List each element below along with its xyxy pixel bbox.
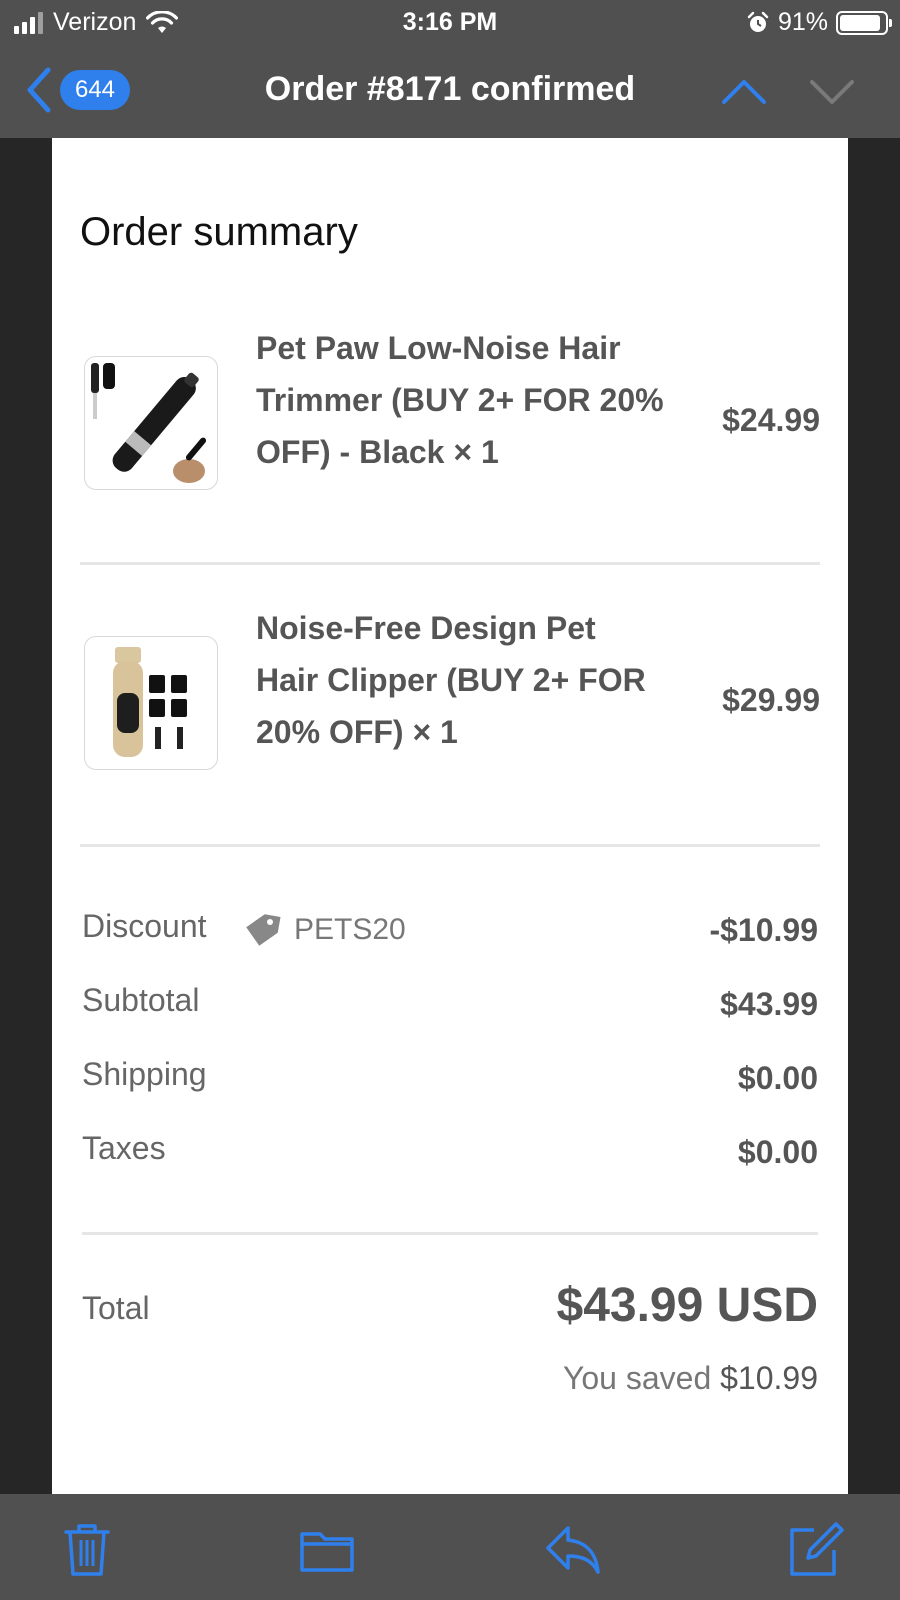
discount-code-text: PETS20 xyxy=(294,913,406,946)
unread-count-badge: 644 xyxy=(60,70,130,110)
trimmer-image xyxy=(84,356,218,490)
shipping-label: Shipping xyxy=(82,1056,207,1092)
nav-bar: 644 Order #8171 confirmed xyxy=(0,46,900,138)
taxes-label: Taxes xyxy=(82,1130,166,1166)
battery-fill xyxy=(840,14,881,31)
divider xyxy=(80,844,820,847)
taxes-value: $0.00 xyxy=(737,1134,818,1170)
trash-icon[interactable] xyxy=(58,1520,116,1578)
clipper-image xyxy=(84,636,218,770)
alarm-icon xyxy=(747,11,769,32)
order-item: Pet Paw Low-Noise Hair Trimmer (BUY 2+ F… xyxy=(84,330,820,496)
reply-icon[interactable] xyxy=(544,1520,602,1578)
discount-row: Discount PETS20 -$10.99 xyxy=(82,908,818,958)
discount-value: -$10.99 xyxy=(709,912,818,948)
discount-label: Discount xyxy=(82,908,207,944)
subtotal-row: Subtotal $43.99 xyxy=(82,982,818,1032)
item-name: Noise-Free Design Pet Hair Clipper (BUY … xyxy=(256,610,646,750)
chevron-up-icon[interactable] xyxy=(720,72,768,112)
status-right: 91% xyxy=(746,8,892,37)
email-body: Order summary Pet Paw Low-Noise Hair Tri… xyxy=(52,138,848,1494)
total-label: Total xyxy=(82,1290,150,1326)
order-item: Noise-Free Design Pet Hair Clipper (BUY … xyxy=(84,610,820,776)
order-summary-heading: Order summary xyxy=(80,210,358,254)
savings-note: You saved $10.99 xyxy=(563,1360,818,1397)
battery-percent: 91% xyxy=(777,8,828,36)
subtotal-label: Subtotal xyxy=(82,982,200,1018)
total-value: $43.99 USD xyxy=(556,1279,819,1332)
subtotal-value: $43.99 xyxy=(720,986,818,1022)
savings-prefix: You saved xyxy=(562,1360,712,1396)
divider xyxy=(80,562,820,565)
folder-icon[interactable] xyxy=(298,1520,356,1578)
item-price: $29.99 xyxy=(722,682,820,718)
back-button[interactable]: 644 xyxy=(24,66,130,114)
discount-code: PETS20 xyxy=(242,910,406,950)
item-price: $24.99 xyxy=(722,402,820,438)
divider xyxy=(82,1232,818,1235)
taxes-row: Taxes $0.00 xyxy=(82,1130,818,1180)
chevron-down-icon[interactable] xyxy=(808,72,856,112)
shipping-row: Shipping $0.00 xyxy=(82,1056,818,1106)
chevron-left-icon xyxy=(27,67,51,113)
item-name: Pet Paw Low-Noise Hair Trimmer (BUY 2+ F… xyxy=(256,330,664,470)
tag-icon xyxy=(246,914,281,946)
battery-icon xyxy=(836,10,892,35)
status-bar: Verizon 3:16 PM 91% xyxy=(0,0,900,46)
shipping-value: $0.00 xyxy=(737,1060,818,1096)
bottom-toolbar xyxy=(0,1494,900,1600)
compose-icon[interactable] xyxy=(786,1520,844,1578)
savings-amount: $10.99 xyxy=(720,1360,818,1396)
